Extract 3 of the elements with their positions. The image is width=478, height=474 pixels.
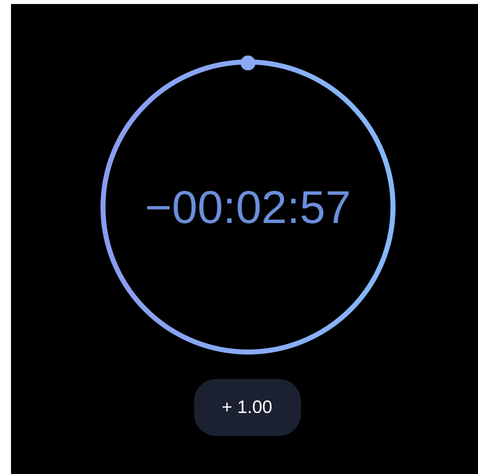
handle[interactable] [240, 56, 256, 70]
countdown-time: −00:02:57 [145, 184, 351, 230]
add-time-button[interactable]: + 1.00 [194, 379, 300, 436]
